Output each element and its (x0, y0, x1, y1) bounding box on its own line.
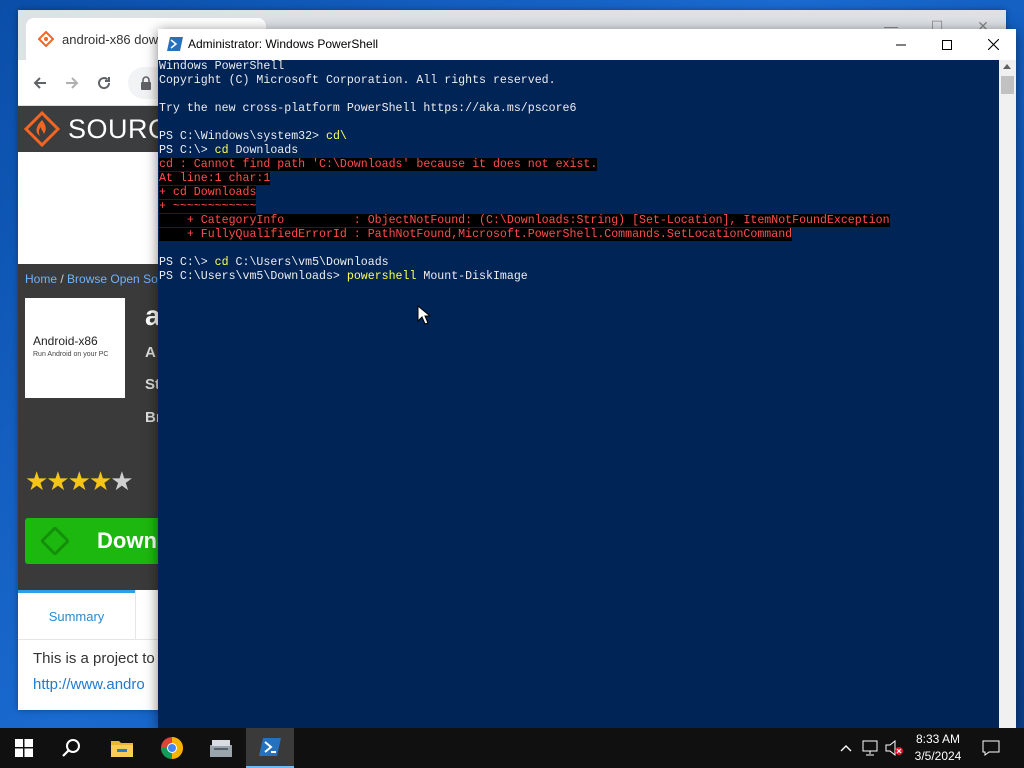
console-text: Downloads (228, 144, 299, 157)
download-button-label: Down (97, 528, 157, 553)
tab-summary[interactable]: Summary (18, 590, 135, 640)
console-line: + cd Downloads (159, 186, 998, 200)
minimize-icon (896, 44, 906, 45)
console-line: + CategoryInfo : ObjectNotFound: (C:\Dow… (159, 214, 998, 228)
close-icon (987, 39, 999, 50)
close-button[interactable] (970, 29, 1016, 60)
console-line: At line:1 char:1 (159, 172, 998, 186)
console-error-text: + CategoryInfo : ObjectNotFound: (C:\Dow… (159, 214, 890, 227)
project-logo-title: Android-x86 (33, 334, 98, 348)
console-text: Mount-DiskImage (416, 270, 528, 283)
console-error-text: At line:1 char:1 (159, 172, 271, 185)
start-button[interactable] (0, 728, 48, 768)
console-text: PS C:\Windows\system32> (159, 130, 326, 143)
clock-time: 8:33 AM (915, 732, 961, 746)
reload-icon[interactable] (92, 71, 116, 95)
console-line: PS C:\> cd C:\Users\vm5\Downloads (159, 256, 998, 270)
rating-stars: ★★★★★ (25, 466, 134, 496)
lock-icon (140, 76, 152, 90)
browser-tab-title: android-x86 down (62, 31, 166, 47)
file-explorer-icon (111, 741, 133, 757)
powershell-titlebar[interactable]: Administrator: Windows PowerShell (158, 29, 1016, 60)
clock-date: 3/5/2024 (914, 749, 962, 763)
console-line: PS C:\Users\vm5\Downloads> powershell Mo… (159, 270, 998, 284)
console-text: C:\Users\vm5\Downloads (228, 256, 389, 269)
console-scrollbar[interactable] (999, 60, 1016, 729)
app-button[interactable] (197, 728, 245, 768)
taskbar-clock[interactable]: 8:33 AM 3/5/2024 (900, 731, 976, 765)
network-icon[interactable] (861, 738, 881, 758)
console-error-text: + ~~~~~~~~~~~~ (159, 200, 257, 213)
project-meta-line: A (145, 344, 156, 361)
console-line: Try the new cross-platform PowerShell ht… (159, 102, 998, 116)
breadcrumb-home-link[interactable]: Home (25, 272, 57, 286)
console-error-text: cd : Cannot find path 'C:\Downloads' bec… (159, 158, 598, 171)
download-icon (39, 525, 71, 557)
console-text: PS C:\> (159, 256, 215, 269)
search-button[interactable] (48, 728, 96, 768)
forward-arrow-icon[interactable] (60, 71, 84, 95)
console-line: + FullyQualifiedErrorId : PathNotFound,M… (159, 228, 998, 242)
minimize-button[interactable] (878, 29, 924, 60)
console-error-text: + cd Downloads (159, 186, 257, 199)
console-error-text: + FullyQualifiedErrorId : PathNotFound,M… (159, 228, 793, 241)
powershell-taskbar-button[interactable] (246, 728, 294, 768)
search-icon (62, 739, 80, 757)
project-logo: Android-x86 Run Android on your PC (25, 298, 125, 398)
breadcrumb-separator: / (57, 272, 68, 286)
start-icon (15, 739, 33, 757)
summary-link[interactable]: http://www.andro (33, 676, 145, 693)
console-text: PS C:\Users\vm5\Downloads> (159, 270, 347, 283)
console-text: PS C:\> (159, 144, 215, 157)
console-command-text: cd\ (325, 130, 347, 143)
maximize-button[interactable] (924, 29, 970, 60)
sourceforge-favicon-icon (38, 31, 54, 47)
mouse-pointer-icon (417, 305, 431, 325)
powershell-console[interactable]: Windows PowerShell Copyright (C) Microsof… (158, 60, 998, 729)
maximize-icon (942, 39, 952, 50)
project-logo-subtitle: Run Android on your PC (33, 351, 109, 358)
chrome-icon (161, 737, 183, 759)
console-command-text: powershell (346, 270, 417, 283)
console-line: Windows PowerShell (159, 60, 998, 74)
taskbar: 8:33 AM 3/5/2024 (0, 728, 1024, 768)
chrome-button[interactable] (148, 728, 196, 768)
console-text: Copyright (C) Microsoft Corporation. All… (159, 74, 556, 87)
console-line: PS C:\> cd Downloads (159, 144, 998, 158)
console-line: + ~~~~~~~~~~~~ (159, 200, 998, 214)
console-command-text: cd (214, 256, 229, 269)
sourceforge-logo-icon[interactable] (23, 110, 61, 148)
powershell-window[interactable]: Administrator: Windows PowerShell Window… (158, 29, 1016, 729)
back-arrow-icon[interactable] (28, 71, 52, 95)
powershell-title: Administrator: Windows PowerShell (188, 37, 379, 51)
console-command-text: cd (214, 144, 229, 157)
console-line: PS C:\Windows\system32> cd\ (159, 130, 998, 144)
console-line: cd : Cannot find path 'C:\Downloads' bec… (159, 158, 998, 172)
breadcrumb: Home / Browse Open Sou (25, 272, 164, 286)
console-text: Windows PowerShell (159, 60, 285, 73)
action-center-icon[interactable] (981, 738, 1001, 758)
file-explorer-button[interactable] (98, 728, 146, 768)
powershell-taskbar-icon (259, 738, 281, 756)
app-icon (210, 740, 232, 757)
breadcrumb-browse-link[interactable]: Browse Open Sou (67, 272, 164, 286)
half-star-icon: ★ (110, 466, 133, 496)
console-line: Copyright (C) Microsoft Corporation. All… (159, 74, 998, 88)
powershell-icon (167, 37, 183, 51)
scroll-thumb[interactable] (1001, 76, 1014, 94)
console-text: Try the new cross-platform PowerShell ht… (159, 102, 577, 115)
tray-chevron-up-icon[interactable] (836, 738, 856, 758)
scroll-up-arrow-icon[interactable] (1003, 64, 1011, 69)
tab-divider (135, 590, 136, 640)
summary-text: This is a project to (33, 650, 155, 667)
